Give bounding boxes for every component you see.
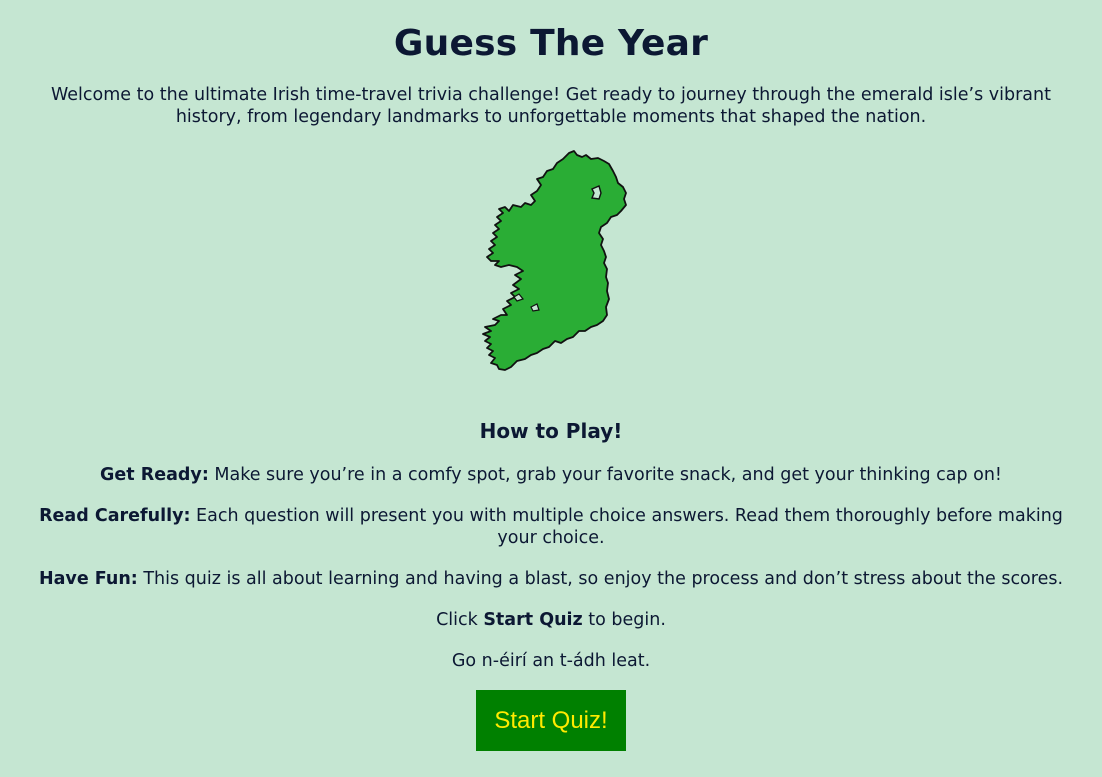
ireland-map-icon [461,149,641,377]
intro-text: Welcome to the ultimate Irish time-trave… [51,85,1051,127]
quiz-start-page: Guess The Year Welcome to the ultimate I… [0,0,1102,777]
click-instruction: Click Start Quiz to begin. [0,609,1102,631]
rule-text: This quiz is all about learning and havi… [137,569,1064,589]
irish-good-luck: Go n-éirí an t-ádh leat. [451,651,651,671]
how-to-play-heading: How to Play! [479,419,623,443]
click-suffix: to begin. [582,610,666,630]
rules-list: Get Ready: Make sure you’re in a comfy s… [0,464,1102,672]
start-quiz-button[interactable]: Start Quiz! [476,690,626,751]
rule-label: Read Carefully: [39,506,191,526]
rule-label: Get Ready: [100,465,209,485]
lough-neagh-shape [591,185,602,200]
click-prefix: Click [436,610,484,630]
rule-get-ready: Get Ready: Make sure you’re in a comfy s… [0,464,1102,486]
ireland-map-shape [482,150,627,371]
rule-text: Each question will present you with mult… [190,506,1063,548]
page-title: Guess The Year [393,23,709,64]
rule-text: Make sure you’re in a comfy spot, grab y… [208,465,1002,485]
rule-have-fun: Have Fun: This quiz is all about learnin… [0,568,1102,590]
rule-label: Have Fun: [38,569,138,589]
click-bold-label: Start Quiz [483,610,583,630]
rule-read-carefully: Read Carefully: Each question will prese… [0,505,1102,549]
